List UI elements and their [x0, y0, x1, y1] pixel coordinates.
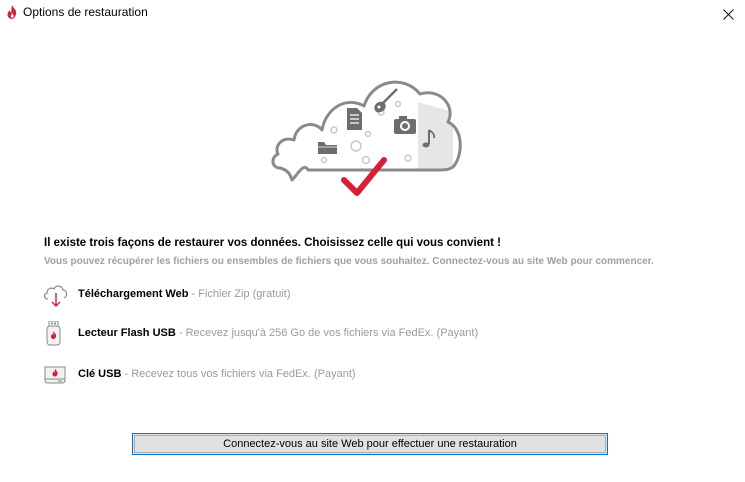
hero-illustration — [271, 80, 462, 196]
intro-headline: Il existe trois façons de restaurer vos … — [44, 237, 501, 249]
option-text: Téléchargement Web - Fichier Zip (gratui… — [78, 288, 291, 300]
restore-via-website-button[interactable]: Connectez-vous au site Web pour effectue… — [132, 433, 608, 455]
folder-icon — [318, 142, 337, 154]
option-description: Recevez jusqu'à 256 Go de vos fichiers v… — [185, 327, 479, 339]
cloud-icon — [271, 80, 462, 182]
option-description: Recevez tous vos fichiers via FedEx. (Pa… — [131, 368, 356, 380]
title-bar: Options de restauration — [0, 0, 745, 26]
checkmark-icon — [341, 157, 387, 196]
option-text: Lecteur Flash USB - Recevez jusqu'à 256 … — [78, 327, 478, 339]
option-web-download[interactable]: Téléchargement Web - Fichier Zip (gratui… — [42, 282, 602, 310]
option-separator: - — [121, 368, 132, 380]
cloud-download-icon — [43, 285, 68, 307]
option-usb-flash[interactable]: Lecteur Flash USB - Recevez jusqu'à 256 … — [42, 321, 602, 349]
option-description: Fichier Zip (gratuit) — [198, 288, 291, 300]
camera-icon — [394, 116, 416, 134]
hard-drive-icon — [44, 366, 66, 384]
document-icon — [347, 108, 362, 130]
close-button[interactable] — [712, 0, 745, 28]
intro-subline: Vous pouvez récupérer les fichiers ou en… — [44, 256, 654, 267]
close-icon — [723, 8, 734, 20]
option-title: Téléchargement Web — [78, 288, 189, 300]
option-text: Clé USB - Recevez tous vos fichiers via … — [78, 368, 356, 380]
usb-flash-drive-icon — [46, 321, 61, 346]
option-usb-drive[interactable]: Clé USB - Recevez tous vos fichiers via … — [42, 362, 602, 390]
option-separator: - — [188, 288, 199, 300]
option-title: Clé USB — [78, 368, 122, 380]
restore-button-label: Connectez-vous au site Web pour effectue… — [134, 435, 606, 453]
option-separator: - — [175, 327, 186, 339]
flame-logo-icon — [7, 5, 17, 19]
window-title: Options de restauration — [23, 5, 148, 19]
option-title: Lecteur Flash USB — [78, 327, 176, 339]
guitar-icon — [374, 88, 398, 113]
